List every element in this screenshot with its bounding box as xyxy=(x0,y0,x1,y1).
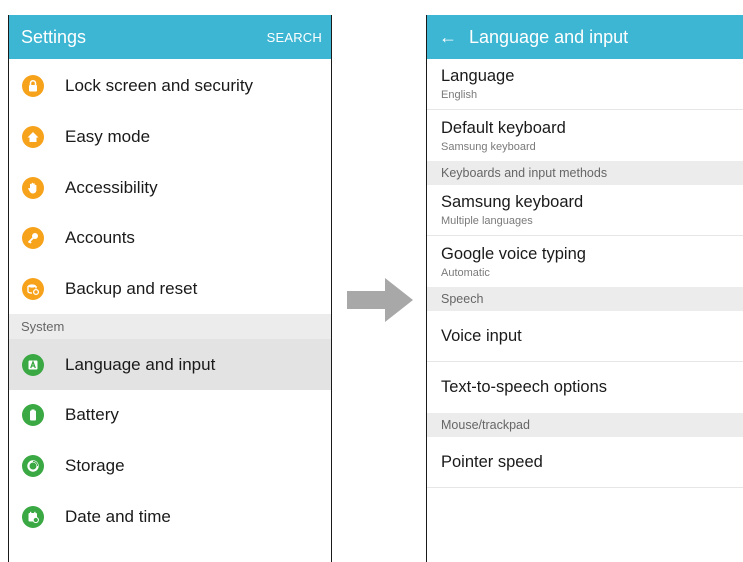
battery-icon xyxy=(22,404,44,427)
setting-title: Pointer speed xyxy=(441,452,543,471)
setting-summary: Automatic xyxy=(441,266,490,279)
page-title: Language and input xyxy=(469,26,629,47)
page-title: Settings xyxy=(21,26,87,47)
settings-item-label: Lock screen and security xyxy=(65,76,254,96)
settings-item-backup[interactable]: Backup and reset xyxy=(9,264,331,315)
back-arrow-icon[interactable]: ← xyxy=(439,28,457,46)
calendar-icon xyxy=(22,505,44,528)
language-setting[interactable]: Language English xyxy=(427,59,743,110)
home-icon xyxy=(22,126,44,149)
pointer-speed-setting[interactable]: Pointer speed xyxy=(427,437,743,488)
setting-title: Language xyxy=(441,67,515,85)
google-voice-typing-setting[interactable]: Google voice typing Automatic xyxy=(427,236,743,287)
settings-item-storage[interactable]: Storage xyxy=(9,441,331,492)
storage-icon xyxy=(22,455,44,478)
settings-item-battery[interactable]: Battery xyxy=(9,390,331,441)
settings-item-accessibility[interactable]: Accessibility xyxy=(9,162,331,213)
language-icon xyxy=(22,353,44,376)
language-input-screen: ← Language and input Language English De… xyxy=(426,15,743,562)
settings-item-accounts[interactable]: Accounts xyxy=(9,213,331,264)
setting-summary: English xyxy=(441,89,478,101)
settings-screen: Settings SEARCH Lock screen and security… xyxy=(8,15,332,562)
settings-item-label: Date and time xyxy=(65,506,171,526)
setting-title: Google voice typing xyxy=(441,244,586,263)
search-button[interactable]: SEARCH xyxy=(267,30,322,45)
settings-item-label: Accounts xyxy=(65,228,135,248)
setting-title: Voice input xyxy=(441,326,522,345)
lock-icon xyxy=(22,75,44,98)
backup-icon xyxy=(22,278,44,301)
settings-item-label: Easy mode xyxy=(65,127,151,147)
tts-options-setting[interactable]: Text-to-speech options xyxy=(427,362,743,413)
settings-item-label: Storage xyxy=(65,456,125,476)
setting-title: Default keyboard xyxy=(441,118,566,137)
key-icon xyxy=(22,227,44,250)
settings-item-date-time[interactable]: Date and time xyxy=(9,492,331,543)
settings-item-label: Backup and reset xyxy=(65,279,198,299)
default-keyboard-setting[interactable]: Default keyboard Samsung keyboard xyxy=(427,110,743,161)
setting-summary: Multiple languages xyxy=(441,215,533,227)
section-header-system: System xyxy=(9,314,331,340)
section-header-keyboards: Keyboards and input methods xyxy=(427,161,743,185)
settings-item-label: Language and input xyxy=(65,354,216,374)
settings-item-easy-mode[interactable]: Easy mode xyxy=(9,112,331,163)
section-header-speech: Speech xyxy=(427,287,743,311)
samsung-keyboard-setting[interactable]: Samsung keyboard Multiple languages xyxy=(427,185,743,236)
settings-item-label: Battery xyxy=(65,405,119,425)
setting-title: Samsung keyboard xyxy=(441,193,584,211)
right-arrow-icon xyxy=(347,278,413,322)
section-header-mouse: Mouse/trackpad xyxy=(427,413,743,437)
hand-icon xyxy=(22,176,44,199)
settings-item-label: Accessibility xyxy=(65,177,158,197)
language-input-header: ← Language and input xyxy=(427,15,743,59)
setting-title: Text-to-speech options xyxy=(441,378,608,396)
settings-item-language-input[interactable]: Language and input xyxy=(9,339,331,391)
voice-input-setting[interactable]: Voice input xyxy=(427,311,743,362)
settings-header: Settings SEARCH xyxy=(9,15,331,59)
settings-item-lock-screen[interactable]: Lock screen and security xyxy=(9,61,331,112)
setting-summary: Samsung keyboard xyxy=(441,140,536,153)
